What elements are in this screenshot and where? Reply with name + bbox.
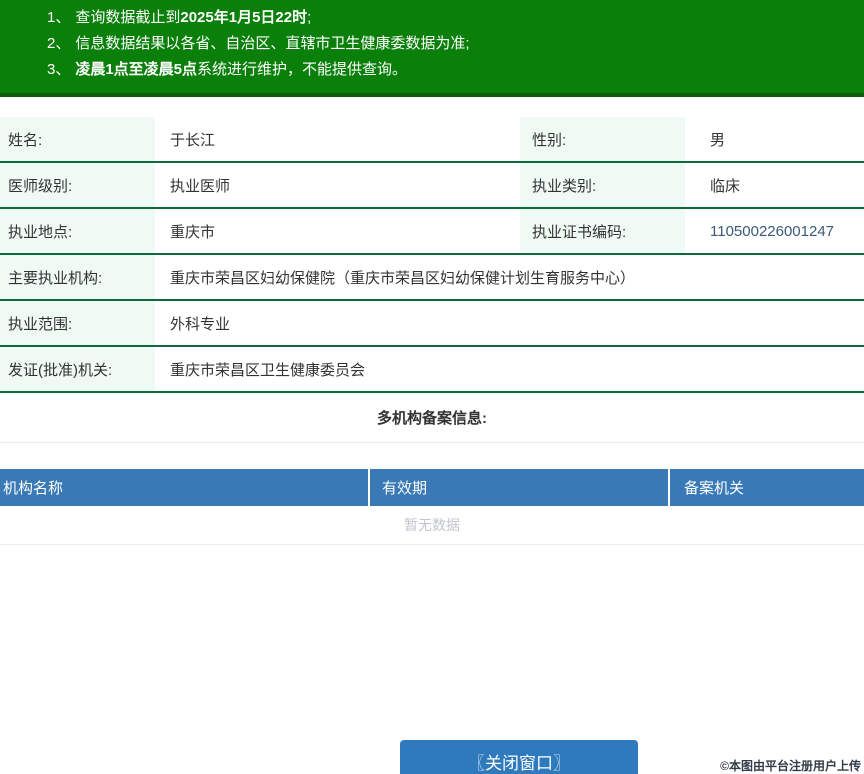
value-text: 执业医师: [170, 177, 231, 195]
notice-line-number: 3、: [47, 61, 71, 78]
notice-text: 查询数据截止到: [75, 9, 181, 26]
license-info-table: 姓名: 于长江 性别: 男 医师级别: 执业医师 执业类别: 临床 执业地点: …: [0, 117, 864, 393]
record-table-header: 机构名称 有效期 备案机关: [0, 469, 864, 506]
notice-banner: 1、 查询数据截止到2025年1月5日22时; 2、 信息数据结果以各省、自治区、直…: [0, 0, 864, 97]
value-main-institution: 重庆市荣昌区妇幼保健院（重庆市荣昌区妇幼保健计划生育服务中心）: [155, 255, 864, 299]
label-text: 姓名:: [8, 131, 43, 149]
table-row-level-category: 医师级别: 执业医师 执业类别: 临床: [0, 163, 864, 209]
label-text: 医师级别:: [8, 177, 73, 195]
label-practice-location: 执业地点:: [0, 209, 155, 253]
value-physician-level: 执业医师: [155, 163, 520, 207]
value-text: 男: [710, 131, 726, 149]
value-practice-category: 临床: [685, 163, 864, 207]
label-text: 执业类别:: [532, 177, 597, 195]
notice-text-bold: 2025年1月5日22时: [180, 9, 308, 26]
label-issuing-authority: 发证(批准)机关:: [0, 347, 155, 391]
label-certificate-number: 执业证书编码:: [520, 209, 685, 253]
notice-text: ;: [307, 9, 312, 26]
value-text: 重庆市: [170, 223, 216, 241]
notice-text: 系统进行维护，不能提供查询。: [197, 61, 408, 78]
label-text: 发证(批准)机关:: [8, 361, 113, 379]
empty-data-row: 暂无数据: [0, 506, 864, 545]
table-row-issuing-authority: 发证(批准)机关: 重庆市荣昌区卫生健康委员会: [0, 347, 864, 393]
notice-text-bold: 凌晨1点至凌晨5点: [75, 61, 198, 78]
notice-text: 信息数据结果以各省、自治区、直辖市卫生健康委数据为准;: [75, 35, 470, 52]
value-text: 重庆市荣昌区卫生健康委员会: [170, 361, 366, 379]
multi-institution-section: 多机构备案信息:: [0, 393, 864, 443]
notice-line-3: 3、 凌晨1点至凌晨5点系统进行维护，不能提供查询。: [47, 57, 854, 83]
value-name: 于长江: [155, 117, 520, 161]
multi-institution-record-table: 机构名称 有效期 备案机关 暂无数据: [0, 469, 864, 545]
label-text: 执业证书编码:: [532, 223, 627, 241]
physician-license-query-page: 1、 查询数据截止到2025年1月5日22时; 2、 信息数据结果以各省、自治区、直…: [0, 0, 864, 774]
watermark-text: ©本图由平台注册用户上传: [720, 759, 861, 773]
value-text: 临床: [710, 177, 741, 195]
section-title: 多机构备案信息:: [377, 410, 487, 427]
table-row-main-institution: 主要执业机构: 重庆市荣昌区妇幼保健院（重庆市荣昌区妇幼保健计划生育服务中心）: [0, 255, 864, 301]
value-text: 于长江: [170, 131, 216, 149]
label-gender: 性别:: [520, 117, 685, 161]
column-header-validity-period: 有效期: [370, 469, 670, 506]
label-text: 执业地点:: [8, 223, 73, 241]
notice-line-2: 2、 信息数据结果以各省、自治区、直辖市卫生健康委数据为准;: [47, 31, 854, 57]
table-row-location-certificate: 执业地点: 重庆市 执业证书编码: 110500226001247: [0, 209, 864, 255]
notice-line-1: 1、 查询数据截止到2025年1月5日22时;: [47, 5, 854, 31]
column-header-institution-name: 机构名称: [0, 469, 370, 506]
value-certificate-number: 110500226001247: [685, 209, 864, 253]
label-physician-level: 医师级别:: [0, 163, 155, 207]
value-practice-scope: 外科专业: [155, 301, 864, 345]
value-issuing-authority: 重庆市荣昌区卫生健康委员会: [155, 347, 864, 391]
value-gender: 男: [685, 117, 864, 161]
label-text: 性别:: [532, 131, 567, 149]
label-text: 主要执业机构:: [8, 269, 103, 287]
notice-line-number: 1、: [47, 9, 71, 26]
notice-line-number: 2、: [47, 35, 71, 52]
label-main-institution: 主要执业机构:: [0, 255, 155, 299]
table-row-name-gender: 姓名: 于长江 性别: 男: [0, 117, 864, 163]
certificate-number-text: 110500226001247: [710, 222, 835, 240]
column-header-record-authority: 备案机关: [684, 480, 745, 497]
table-row-practice-scope: 执业范围: 外科专业: [0, 301, 864, 347]
value-text: 重庆市荣昌区妇幼保健院（重庆市荣昌区妇幼保健计划生育服务中心）: [170, 269, 636, 287]
label-practice-category: 执业类别:: [520, 163, 685, 207]
value-practice-location: 重庆市: [155, 209, 520, 253]
label-practice-scope: 执业范围:: [0, 301, 155, 345]
label-name: 姓名:: [0, 117, 155, 161]
empty-data-text: 暂无数据: [404, 517, 460, 533]
close-window-button[interactable]: 〖关闭窗口〗: [400, 740, 638, 774]
label-text: 执业范围:: [8, 315, 73, 333]
value-text: 外科专业: [170, 315, 231, 333]
